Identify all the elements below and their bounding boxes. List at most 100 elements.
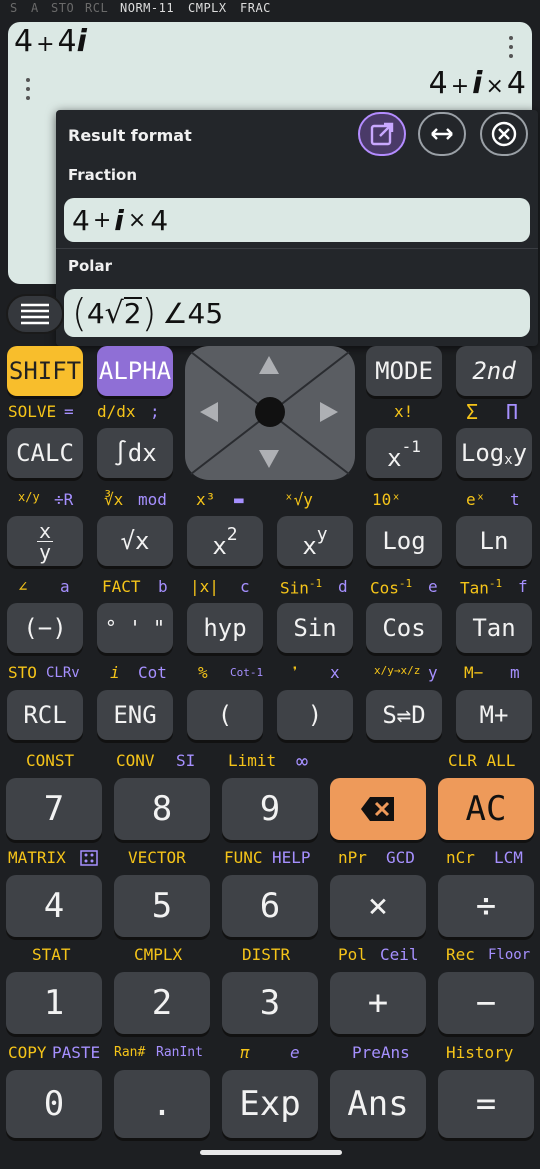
euler-label: e (290, 1043, 300, 1062)
const-label: CONST (26, 751, 75, 770)
a-label: a (60, 577, 70, 596)
m-label: m (510, 663, 520, 682)
menu-button[interactable] (6, 294, 64, 334)
mod-label: mod (138, 490, 167, 509)
matrix-icon (80, 850, 98, 870)
digit-4-key[interactable]: 4 (6, 875, 102, 937)
arrow-left-icon[interactable] (198, 400, 220, 428)
inverse-key[interactable]: x -1 (366, 428, 442, 478)
digit-0-key[interactable]: 0 (6, 1070, 102, 1138)
equals-key[interactable]: = (438, 1070, 534, 1138)
dms-key[interactable]: ° ' " (97, 603, 173, 653)
result-more-icon[interactable] (25, 78, 31, 100)
cot-label: Cot (138, 663, 167, 682)
pol-label: Pol (338, 945, 367, 964)
conv-label: CONV (116, 751, 155, 770)
digit-6-key[interactable]: 6 (222, 875, 318, 937)
cos-key[interactable]: Cos (366, 603, 442, 653)
conversion-label: x/y→x/z (374, 664, 421, 677)
swap-horizontal-icon[interactable] (418, 112, 466, 156)
input-expression[interactable]: 4 +4i (14, 24, 87, 59)
logxy-key[interactable]: Log x y (456, 428, 532, 478)
f-label: f (518, 577, 528, 596)
vector-label: VECTOR (128, 848, 186, 867)
gcd-label: GCD (386, 848, 415, 867)
status-norm: NORM-11 (120, 1, 175, 15)
bar-label: ▬ (234, 490, 244, 509)
negative-key[interactable]: (−) (7, 603, 83, 653)
rec-label: Rec (446, 945, 475, 964)
i-label: i (110, 663, 120, 682)
xroot-label: ˣ√y (284, 490, 313, 509)
cuberoot-label: ∛x (104, 490, 124, 509)
ranint-label: RanInt (156, 1045, 203, 1060)
digit-3-key[interactable]: 3 (222, 972, 318, 1034)
sqrt-key[interactable]: √x (97, 516, 173, 566)
digit-2-key[interactable]: 2 (114, 972, 210, 1034)
hyp-key[interactable]: hyp (187, 603, 263, 653)
infinity-label: ∞ (296, 749, 309, 773)
exp-key[interactable]: Exp (222, 1070, 318, 1138)
integral-key[interactable]: ∫dx (97, 428, 173, 478)
expression-more-icon[interactable] (508, 36, 514, 58)
arrow-up-icon[interactable] (257, 354, 281, 380)
status-s: S (10, 1, 18, 15)
eng-key[interactable]: ENG (97, 690, 173, 740)
shift-key[interactable]: SHIFT (7, 346, 83, 396)
multiply-key[interactable]: × (330, 875, 426, 937)
digit-8-key[interactable]: 8 (114, 778, 210, 840)
digit-5-key[interactable]: 5 (114, 875, 210, 937)
sd-key[interactable]: S⇌D (366, 690, 442, 740)
fraction-option[interactable]: 4 + i × 4 (64, 198, 530, 242)
calc-key[interactable]: CALC (7, 428, 83, 478)
status-bar: S A STO RCL NORM-11 CMPLX FRAC (0, 0, 540, 18)
decimal-key[interactable]: . (114, 1070, 210, 1138)
home-indicator[interactable] (200, 1150, 342, 1155)
arrow-down-icon[interactable] (257, 448, 281, 474)
plus-key[interactable]: + (330, 972, 426, 1034)
lparen-key[interactable]: ( (187, 690, 263, 740)
acot-label: Cot-1 (230, 666, 264, 679)
square-key[interactable]: x2 (187, 516, 263, 566)
alpha-key[interactable]: ALPHA (97, 346, 173, 396)
ac-key[interactable]: AC (438, 778, 534, 840)
ncr-label: nCr (446, 848, 475, 867)
tan-key[interactable]: Tan (456, 603, 532, 653)
digit-7-key[interactable]: 7 (6, 778, 102, 840)
copy-label: COPY (8, 1043, 47, 1062)
rparen-key[interactable]: ) (277, 690, 353, 740)
history-label: History (446, 1043, 514, 1062)
log-key[interactable]: Log (366, 516, 442, 566)
si-label: SI (176, 751, 196, 770)
digit-9-key[interactable]: 9 (222, 778, 318, 840)
angle-label: ∠ (18, 577, 28, 596)
arrow-right-icon[interactable] (318, 400, 340, 428)
backspace-icon (361, 797, 394, 821)
func-label: FUNC (224, 848, 263, 867)
ceil-label: Ceil (380, 945, 419, 964)
mminus-label: M− (464, 663, 484, 682)
backspace-key[interactable] (330, 778, 426, 840)
fraction-key[interactable]: xy (7, 516, 83, 566)
factorial-label: x! (394, 402, 414, 421)
digit-1-key[interactable]: 1 (6, 972, 102, 1034)
power-key[interactable]: xy (277, 516, 353, 566)
preans-label: PreAns (352, 1043, 410, 1062)
mode-key[interactable]: MODE (366, 346, 442, 396)
minus-key[interactable]: − (438, 972, 534, 1034)
close-circle-icon[interactable] (480, 112, 528, 156)
second-key[interactable]: 2nd (456, 346, 532, 396)
npr-label: nPr (338, 848, 367, 867)
polar-label: Polar (68, 257, 112, 275)
mplus-key[interactable]: M+ (456, 690, 532, 740)
ans-key[interactable]: Ans (330, 1070, 426, 1138)
sin-key[interactable]: Sin (277, 603, 353, 653)
divide-key[interactable]: ÷ (438, 875, 534, 937)
open-external-icon[interactable] (358, 112, 406, 156)
popup-title: Result format (68, 126, 192, 145)
x-label: x (330, 663, 340, 682)
rcl-key[interactable]: RCL (7, 690, 83, 740)
ln-key[interactable]: Ln (456, 516, 532, 566)
polar-option[interactable]: (4 √ 2) ∠45 (64, 289, 530, 337)
xy-label: x/y (18, 490, 40, 504)
